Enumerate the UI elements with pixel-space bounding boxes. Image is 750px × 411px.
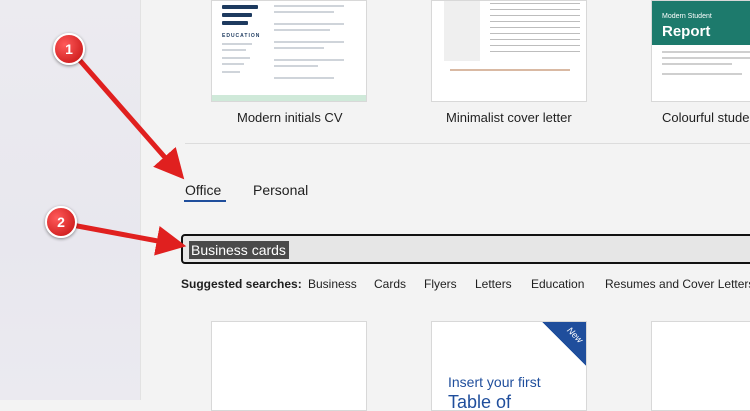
annotation-arrows [69,53,187,256]
annotation-marker-2: 2 [45,206,77,238]
annotation-marker-1: 1 [53,33,85,65]
annotation-arrow-2 [69,222,187,256]
annotation-arrow-1 [73,53,185,180]
